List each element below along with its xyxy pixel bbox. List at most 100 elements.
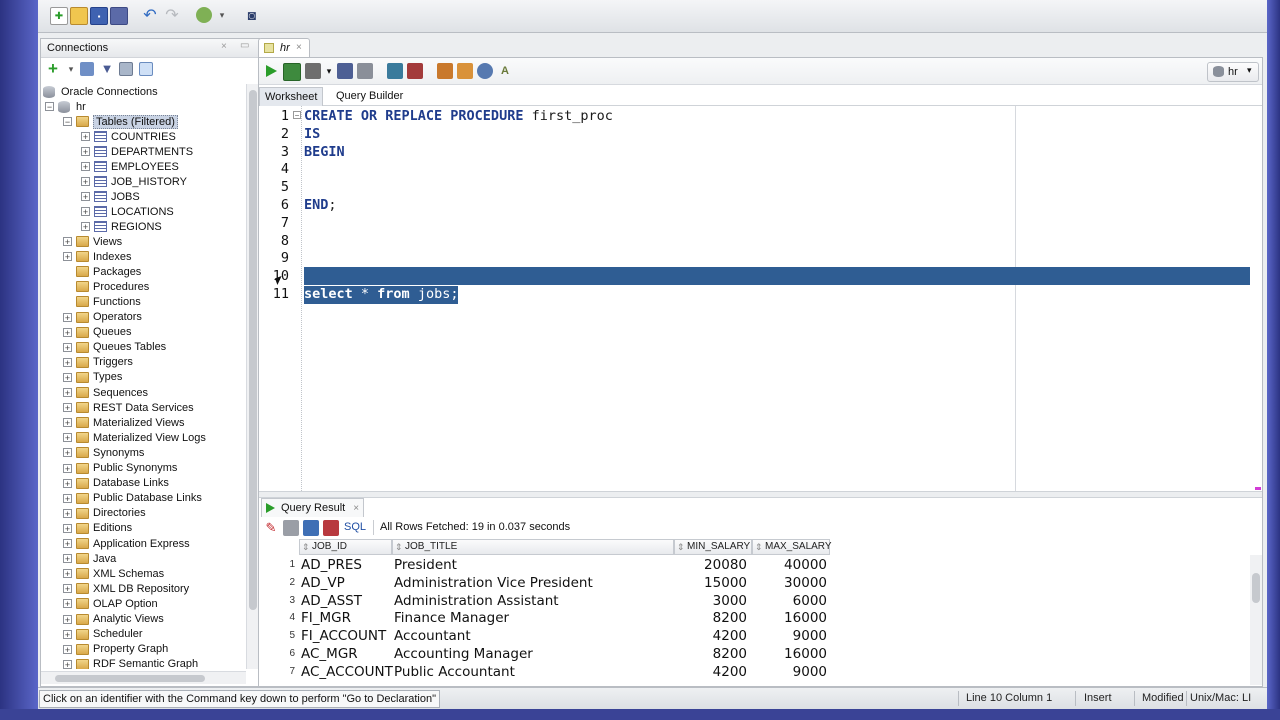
clear-eraser-icon[interactable] — [457, 63, 473, 79]
expand-icon[interactable]: + — [63, 252, 72, 262]
new-file-icon[interactable]: ✚ — [50, 7, 68, 25]
tree-node-item[interactable]: + REST Data Services — [63, 400, 194, 415]
fold-collapse-icon[interactable]: − — [293, 111, 301, 120]
code-line[interactable]: CREATE OR REPLACE PROCEDURE first_proc — [304, 108, 613, 124]
tree-node-item[interactable]: + Property Graph — [63, 642, 168, 657]
open-folder-icon[interactable] — [70, 7, 88, 25]
sql-link[interactable]: SQL — [344, 521, 366, 533]
tree-node-item[interactable]: + Triggers — [63, 355, 133, 370]
close-icon[interactable]: × — [296, 42, 302, 53]
expand-icon[interactable]: + — [63, 463, 72, 473]
save-icon[interactable]: ▪ — [90, 7, 108, 25]
expand-icon[interactable]: + — [63, 493, 72, 503]
save-all-icon[interactable] — [110, 7, 128, 25]
grid-cell[interactable]: Administration Assistant — [394, 592, 674, 610]
editor-results-splitter[interactable] — [259, 491, 1262, 498]
expand-icon[interactable]: + — [63, 659, 72, 669]
expand-icon[interactable]: + — [63, 554, 72, 564]
expand-icon[interactable]: + — [81, 207, 90, 217]
grid-cell[interactable]: 6000 — [752, 592, 827, 610]
tree-node-item[interactable]: + Public Database Links — [63, 491, 202, 506]
chevron-down-icon[interactable]: ▾ — [321, 63, 337, 79]
filter-icon[interactable]: ▼ — [100, 62, 114, 76]
run-config-icon[interactable] — [196, 7, 212, 23]
tree-node-item[interactable]: + Directories — [63, 506, 146, 521]
tree-table-item[interactable]: + REGIONS — [81, 219, 162, 234]
add-connection-icon[interactable]: + — [46, 60, 60, 77]
expand-icon[interactable]: + — [63, 418, 72, 428]
grid-cell[interactable]: 9000 — [752, 663, 827, 681]
run-script-icon[interactable] — [283, 63, 301, 81]
expand-icon[interactable]: + — [81, 192, 90, 202]
grid-cell[interactable]: 4200 — [674, 627, 747, 645]
close-icon[interactable]: × — [221, 41, 227, 52]
tab-query-builder[interactable]: Query Builder — [331, 87, 408, 105]
expand-icon[interactable]: + — [63, 448, 72, 458]
tree-table-item[interactable]: + DEPARTMENTS — [81, 144, 193, 159]
expand-icon[interactable]: + — [63, 327, 72, 337]
tree-node-item[interactable]: + Synonyms — [63, 445, 144, 460]
editor-tab-hr[interactable]: hr × — [258, 38, 310, 58]
tree-node-item[interactable]: + XML DB Repository — [63, 581, 189, 596]
collapse-icon[interactable]: − — [45, 102, 54, 112]
sql-tuning-icon[interactable] — [357, 63, 373, 79]
tree-node-item[interactable]: + Indexes — [63, 249, 132, 264]
grid-cell[interactable]: 15000 — [674, 574, 747, 592]
tree-node-item[interactable]: + Materialized View Logs — [63, 430, 206, 445]
tree-node-item[interactable]: + Views — [63, 234, 122, 249]
expand-icon[interactable]: + — [63, 599, 72, 609]
tree-node-item[interactable]: Packages — [63, 264, 141, 279]
tree-node-item[interactable]: + Queues — [63, 325, 132, 340]
tree-node-item[interactable]: + XML Schemas — [63, 566, 164, 581]
column-header-job-id[interactable]: JOB_ID — [299, 539, 392, 555]
scroll-thumb[interactable] — [249, 90, 257, 610]
schema-browser-icon[interactable] — [119, 62, 133, 76]
run-statement-icon[interactable] — [263, 63, 279, 79]
sql-history-icon[interactable] — [477, 63, 493, 79]
rollback-icon[interactable] — [407, 63, 423, 79]
tree-node-item[interactable]: + Operators — [63, 310, 142, 325]
expand-icon[interactable]: + — [63, 523, 72, 533]
grid-cell[interactable]: 16000 — [752, 609, 827, 627]
expand-icon[interactable]: + — [63, 478, 72, 488]
grid-cell[interactable]: 9000 — [752, 627, 827, 645]
grid-cell[interactable]: FI_ACCOUNT — [301, 627, 393, 645]
expand-icon[interactable]: + — [81, 132, 90, 142]
column-header-max-salary[interactable]: MAX_SALARY — [752, 539, 832, 555]
expand-icon[interactable]: + — [63, 508, 72, 518]
tree-node-item[interactable]: + Editions — [63, 521, 132, 536]
sql-editor[interactable]: − 1 CREATE OR REPLACE PROCEDURE first_pro… — [259, 106, 1262, 491]
grid-cell[interactable]: AC_ACCOUNT — [301, 663, 393, 681]
tree-node-item[interactable]: Procedures — [63, 279, 149, 294]
expand-icon[interactable]: + — [63, 357, 72, 367]
close-icon[interactable]: × — [353, 503, 359, 514]
expand-icon[interactable]: + — [81, 222, 90, 232]
grid-cell[interactable]: President — [394, 556, 674, 574]
tab-worksheet[interactable]: Worksheet — [259, 87, 324, 106]
tree-table-item[interactable]: + EMPLOYEES — [81, 159, 179, 174]
column-header-job-title[interactable]: JOB_TITLE — [392, 539, 674, 555]
grid-cell[interactable]: FI_MGR — [301, 609, 393, 627]
grid-cell[interactable]: Administration Vice President — [394, 574, 674, 592]
tree-node-item[interactable]: + Materialized Views — [63, 415, 185, 430]
scroll-thumb[interactable] — [1252, 573, 1260, 603]
tree-node-item[interactable]: + Queues Tables — [63, 340, 166, 355]
collapse-icon[interactable]: − — [63, 117, 72, 127]
chevron-down-icon[interactable]: ▾ — [214, 7, 230, 23]
code-line[interactable]: select * from jobs; — [304, 286, 459, 304]
tree-root[interactable]: Oracle Connections — [43, 84, 158, 99]
refresh-icon[interactable] — [303, 520, 319, 536]
grid-cell[interactable]: 4200 — [674, 663, 747, 681]
grid-cell[interactable]: 40000 — [752, 556, 827, 574]
commit-icon[interactable] — [387, 63, 403, 79]
tree-table-item[interactable]: + JOB_HISTORY — [81, 174, 187, 189]
print-icon[interactable] — [283, 520, 299, 536]
tree-node-item[interactable]: + Public Synonyms — [63, 461, 177, 476]
expand-icon[interactable]: + — [63, 569, 72, 579]
grid-cell[interactable]: 16000 — [752, 645, 827, 663]
tree-node-item[interactable]: Functions — [63, 294, 141, 309]
expand-icon[interactable]: + — [63, 342, 72, 352]
tab-query-result[interactable]: Query Result × — [261, 498, 365, 517]
format-sql-icon[interactable]: A — [497, 63, 513, 79]
tree-node-item[interactable]: + Types — [63, 370, 122, 385]
